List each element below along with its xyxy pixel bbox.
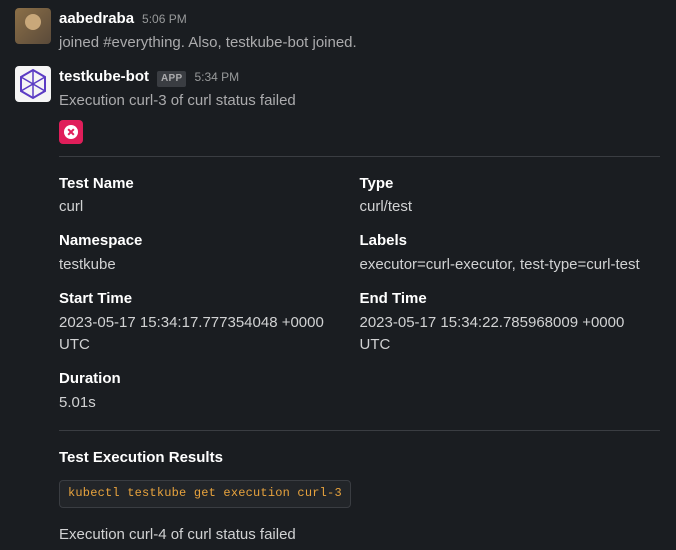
- field-value: testkube: [59, 254, 344, 276]
- field-label: Start Time: [59, 288, 344, 310]
- divider: [59, 156, 660, 157]
- field-end-time: End Time 2023-05-17 15:34:22.785968009 +…: [360, 288, 661, 356]
- results-title: Test Execution Results: [59, 447, 660, 469]
- field-label: End Time: [360, 288, 645, 310]
- field-value: 2023-05-17 15:34:22.785968009 +0000 UTC: [360, 312, 645, 356]
- bot-logo-icon: [17, 68, 49, 100]
- field-value: curl/test: [360, 196, 645, 218]
- field-namespace: Namespace testkube: [59, 230, 360, 276]
- app-badge: APP: [157, 71, 186, 88]
- username[interactable]: aabedraba: [59, 8, 134, 30]
- message-row: testkube-bot APP 5:34 PM Execution curl-…: [0, 58, 676, 550]
- message-header: aabedraba 5:06 PM: [59, 8, 660, 30]
- avatar[interactable]: [15, 66, 51, 102]
- fields-grid: Test Name curl Type curl/test Namespace …: [59, 173, 660, 414]
- field-value: 5.01s: [59, 392, 644, 414]
- message-content: testkube-bot APP 5:34 PM Execution curl-…: [59, 66, 660, 546]
- field-test-name: Test Name curl: [59, 173, 360, 219]
- message-header: testkube-bot APP 5:34 PM: [59, 66, 660, 88]
- field-duration: Duration 5.01s: [59, 368, 660, 414]
- attachment-block: Test Name curl Type curl/test Namespace …: [59, 120, 660, 546]
- field-label: Test Name: [59, 173, 344, 195]
- divider: [59, 430, 660, 431]
- message-content: aabedraba 5:06 PM joined #everything. Al…: [59, 8, 660, 54]
- field-label: Duration: [59, 368, 644, 390]
- field-labels: Labels executor=curl-executor, test-type…: [360, 230, 661, 276]
- field-label: Labels: [360, 230, 645, 252]
- field-value: 2023-05-17 15:34:17.777354048 +0000 UTC: [59, 312, 344, 356]
- message-text: Execution curl-3 of curl status failed: [59, 90, 660, 112]
- avatar[interactable]: [15, 8, 51, 44]
- status-failed-icon: [59, 120, 83, 144]
- field-value: executor=curl-executor, test-type=curl-t…: [360, 254, 645, 276]
- field-label: Type: [360, 173, 645, 195]
- code-command[interactable]: kubectl testkube get execution curl-3: [59, 480, 351, 508]
- username[interactable]: testkube-bot: [59, 66, 149, 88]
- message-text: Execution curl-4 of curl status failed: [59, 524, 660, 546]
- field-value: curl: [59, 196, 344, 218]
- timestamp[interactable]: 5:06 PM: [142, 11, 187, 29]
- message-text: joined #everything. Also, testkube-bot j…: [59, 32, 660, 54]
- field-label: Namespace: [59, 230, 344, 252]
- field-start-time: Start Time 2023-05-17 15:34:17.777354048…: [59, 288, 360, 356]
- timestamp[interactable]: 5:34 PM: [194, 69, 239, 87]
- field-type: Type curl/test: [360, 173, 661, 219]
- message-row: aabedraba 5:06 PM joined #everything. Al…: [0, 0, 676, 58]
